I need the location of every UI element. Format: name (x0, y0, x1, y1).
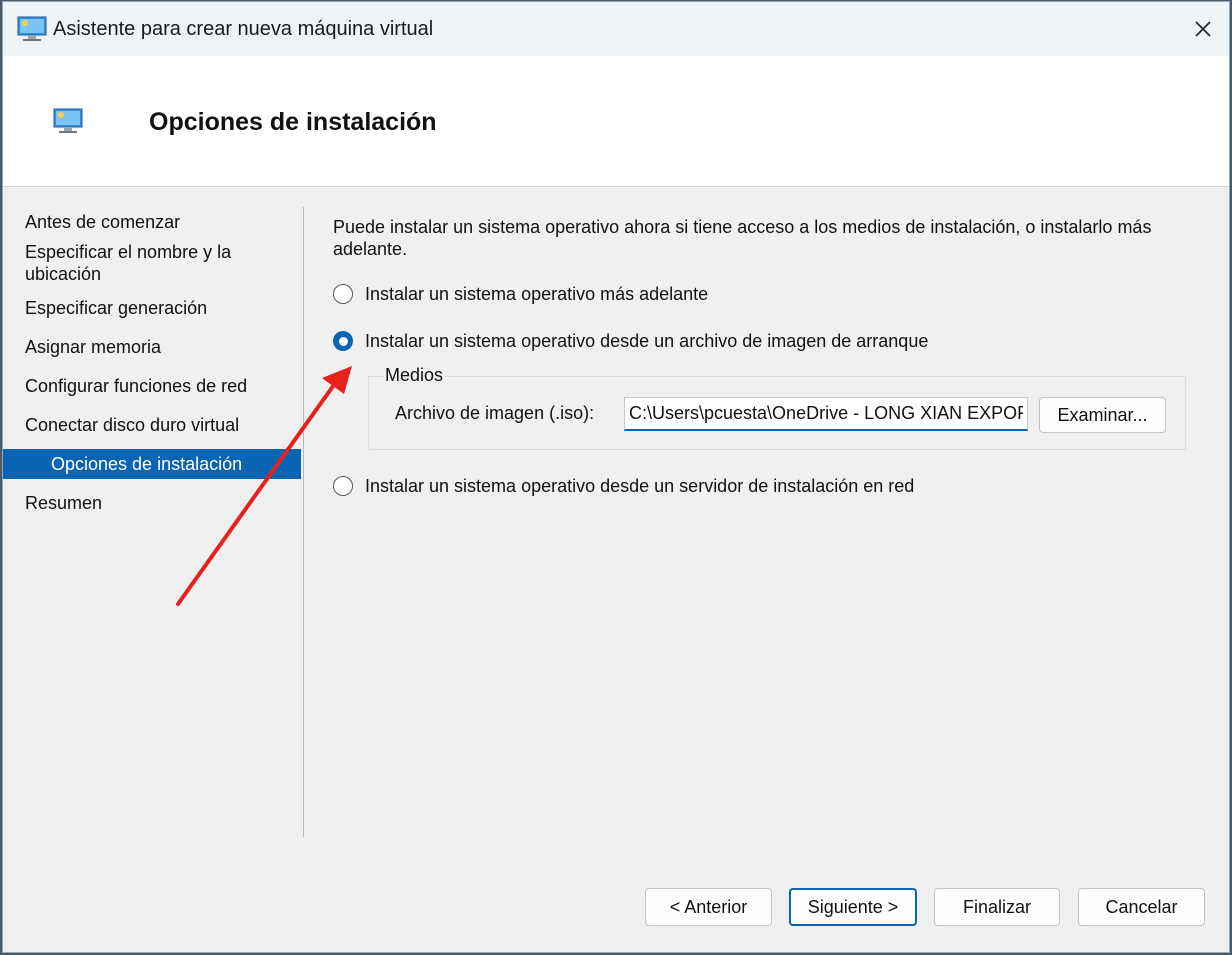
finish-button[interactable]: Finalizar (934, 888, 1060, 926)
option-install-later[interactable]: Instalar un sistema operativo más adelan… (333, 282, 1193, 306)
wizard-window: Asistente para crear nueva máquina virtu… (2, 1, 1230, 953)
sidebar-item-antes-de-comenzar[interactable]: Antes de comenzar (3, 207, 301, 237)
option-label: Instalar un sistema operativo más adelan… (365, 283, 709, 304)
intro-text: Puede instalar un sistema operativo ahor… (333, 217, 1152, 259)
window-title: Asistente para crear nueva máquina virtu… (53, 18, 434, 40)
option-label: Instalar un sistema operativo desde un s… (365, 475, 915, 496)
sidebar-divider (303, 207, 304, 837)
iso-field-label: Archivo de imagen (.iso): (395, 403, 595, 423)
sidebar-item-generacion[interactable]: Especificar generación (3, 293, 301, 323)
wizard-steps-nav: Antes de comenzar Especificar el nombre … (3, 207, 301, 518)
sidebar-item-funciones-red[interactable]: Configurar funciones de red (3, 371, 301, 401)
option-install-from-network[interactable]: Instalar un sistema operativo desde un s… (333, 474, 914, 498)
sidebar-item-memoria[interactable]: Asignar memoria (3, 332, 301, 362)
option-install-from-iso[interactable]: Instalar un sistema operativo desde un a… (333, 329, 1193, 353)
wizard-header: Opciones de instalación (3, 56, 1229, 187)
media-group: Medios Archivo de imagen (.iso): Examina… (368, 365, 1186, 450)
sidebar-item-resumen[interactable]: Resumen (3, 488, 301, 518)
group-label: Medios (383, 365, 446, 386)
title-bar: Asistente para crear nueva máquina virtu… (3, 2, 1229, 56)
close-icon (1195, 21, 1211, 37)
sidebar-item-opciones-instalacion[interactable]: Opciones de instalación (3, 449, 301, 479)
next-button[interactable]: Siguiente > (789, 888, 917, 926)
page-title: Opciones de instalación (149, 108, 437, 136)
radio-install-from-network[interactable] (333, 476, 353, 496)
sidebar-item-nombre-ubicacion[interactable]: Especificar el nombre y la ubicación (3, 237, 301, 289)
virtual-machine-icon (17, 16, 47, 41)
browse-button[interactable]: Examinar... (1039, 397, 1166, 433)
radio-install-later[interactable] (333, 284, 353, 304)
sidebar-item-disco-duro[interactable]: Conectar disco duro virtual (3, 410, 301, 440)
close-button[interactable] (1177, 2, 1229, 56)
cancel-button[interactable]: Cancelar (1078, 888, 1205, 926)
option-label: Instalar un sistema operativo desde un a… (365, 330, 929, 351)
install-options-panel: Puede instalar un sistema operativo ahor… (333, 216, 1193, 496)
radio-install-from-iso[interactable] (333, 331, 353, 351)
back-button[interactable]: < Anterior (645, 888, 772, 926)
virtual-machine-icon (53, 108, 83, 133)
iso-path-input[interactable] (624, 397, 1028, 431)
